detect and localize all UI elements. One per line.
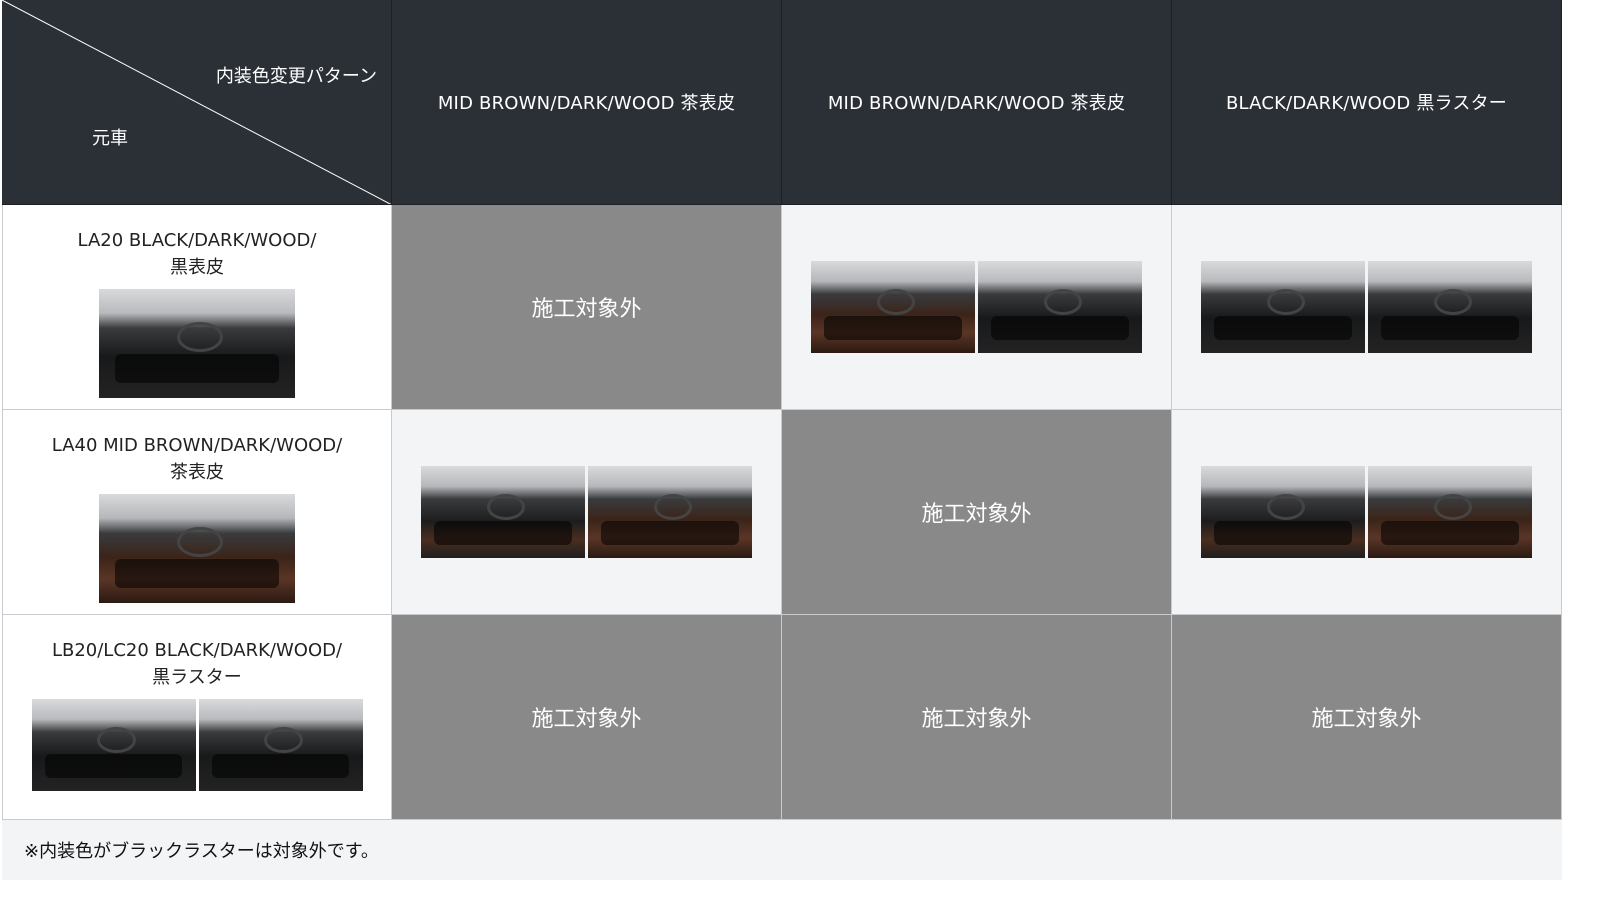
row-label: 茶表皮 bbox=[170, 462, 224, 483]
interior-photo bbox=[31, 699, 196, 791]
row-header: LA20 BLACK/DARK/WOOD/ 黒表皮 bbox=[2, 205, 392, 410]
row-header: LA40 MID BROWN/DARK/WOOD/ 茶表皮 bbox=[2, 410, 392, 615]
interior-photo bbox=[1201, 466, 1365, 558]
pattern-axis-label: 内装色変更パターン bbox=[215, 66, 377, 87]
interior-photo bbox=[588, 466, 752, 558]
not-applicable-cell: 施工対象外 bbox=[1172, 615, 1562, 820]
interior-photo bbox=[1201, 261, 1365, 353]
origin-axis-label: 元車 bbox=[92, 128, 128, 149]
interior-photo bbox=[99, 494, 295, 603]
interior-photo bbox=[978, 261, 1142, 353]
row-label: LA40 MID BROWN/DARK/WOOD/ bbox=[51, 435, 343, 456]
not-applicable-cell: 施工対象外 bbox=[782, 615, 1172, 820]
result-cell bbox=[782, 205, 1172, 410]
not-applicable-cell: 施工対象外 bbox=[392, 205, 782, 410]
row-label: LB20/LC20 BLACK/DARK/WOOD/ bbox=[51, 640, 343, 661]
column-header: MID BROWN/DARK/WOOD 茶表皮 bbox=[782, 0, 1172, 205]
row-label: LA20 BLACK/DARK/WOOD/ bbox=[77, 230, 317, 251]
interior-color-pattern-table: 内装色変更パターン 元車 MID BROWN/DARK/WOOD 茶表皮 MID… bbox=[2, 0, 1562, 820]
column-header: BLACK/DARK/WOOD 黒ラスター bbox=[1172, 0, 1562, 205]
row-header: LB20/LC20 BLACK/DARK/WOOD/ 黒ラスター bbox=[2, 615, 392, 820]
interior-photo bbox=[99, 289, 295, 398]
interior-photo bbox=[1368, 261, 1532, 353]
diagonal-divider bbox=[2, 0, 391, 204]
interior-photo bbox=[198, 699, 363, 791]
row-label: 黒表皮 bbox=[170, 257, 224, 278]
result-cell bbox=[1172, 205, 1562, 410]
column-header: MID BROWN/DARK/WOOD 茶表皮 bbox=[392, 0, 782, 205]
footer-note: ※内装色がブラックラスターは対象外です。 bbox=[2, 820, 1562, 880]
result-cell bbox=[392, 410, 782, 615]
interior-photo bbox=[811, 261, 975, 353]
row-label: 黒ラスター bbox=[152, 667, 242, 688]
not-applicable-cell: 施工対象外 bbox=[392, 615, 782, 820]
interior-photo bbox=[1368, 466, 1532, 558]
corner-header-cell: 内装色変更パターン 元車 bbox=[2, 0, 392, 205]
result-cell bbox=[1172, 410, 1562, 615]
interior-photo bbox=[421, 466, 585, 558]
not-applicable-cell: 施工対象外 bbox=[782, 410, 1172, 615]
